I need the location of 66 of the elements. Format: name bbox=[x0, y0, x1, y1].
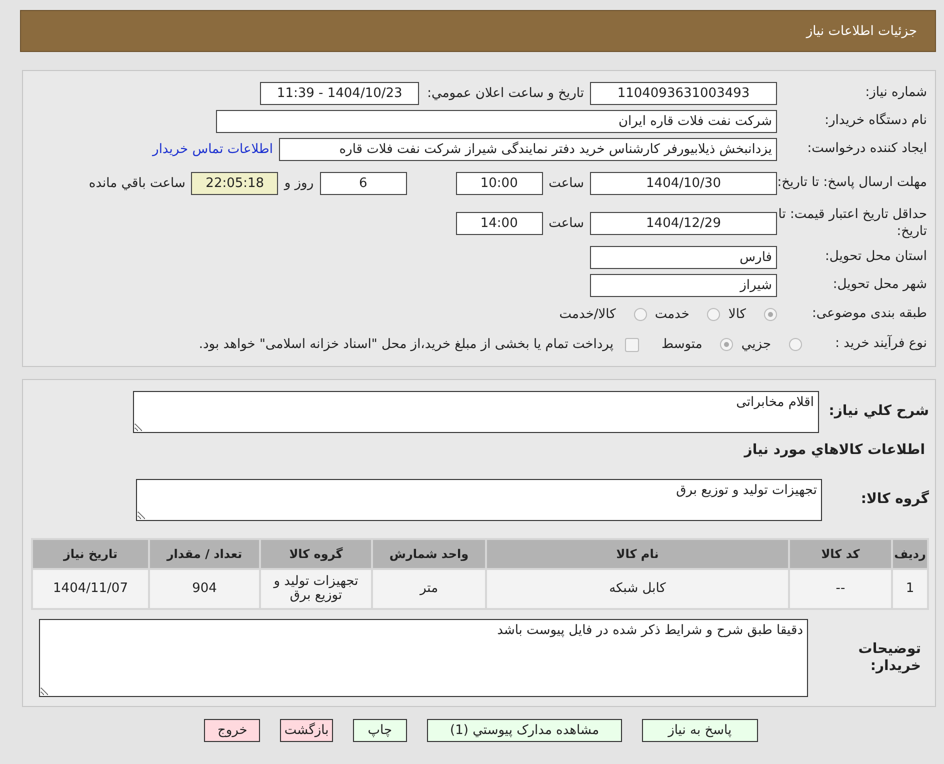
radio-button[interactable] bbox=[764, 308, 777, 321]
field-label: نوع فرآيند خريد : bbox=[834, 336, 927, 353]
radio-button[interactable] bbox=[707, 308, 720, 321]
field-label: شماره نياز: bbox=[864, 85, 927, 102]
goods-group-field[interactable]: تجهيزات توليد و توزيع برق bbox=[136, 479, 822, 521]
radio-button[interactable] bbox=[720, 338, 734, 351]
buyer-notes-field[interactable]: دقيقا طبق شرح و شرايط ذكر شده در فايل پيوست باشد bbox=[39, 619, 808, 697]
field-label: حداقل تاريخ اعتبار قيمت: تا تاريخ: bbox=[777, 207, 927, 240]
table-cell: 904 bbox=[150, 570, 259, 608]
radio-label: كالا bbox=[728, 307, 746, 322]
province-field[interactable]: فارس bbox=[590, 246, 777, 269]
time-field[interactable]: 10:00 bbox=[456, 172, 543, 195]
table-cell: -- bbox=[790, 570, 891, 608]
radio-label: كالا/خدمت bbox=[559, 307, 616, 322]
days-field[interactable]: 6 bbox=[320, 172, 407, 195]
remaining-time-field: 22:05:18 bbox=[191, 172, 278, 195]
field-label: شهر محل تحويل: bbox=[832, 277, 927, 294]
field-label: نام دستگاه خريدار: bbox=[824, 113, 927, 130]
section-heading: اطلاعات كالاهاي مورد نياز bbox=[742, 442, 926, 458]
column-header: گروه كالا bbox=[261, 540, 371, 568]
date-field[interactable]: 1404/10/30 bbox=[590, 172, 777, 195]
contact-link[interactable]: اطلاعات تماس خريدار bbox=[152, 142, 273, 157]
field-label: طبقه بندی موضوعی: bbox=[810, 306, 927, 323]
description-field[interactable]: اقلام مخابراتی bbox=[133, 391, 819, 433]
cancel-button[interactable]: بازگشت bbox=[280, 719, 333, 742]
table-cell: تجهيزات توليد و توزيع برق bbox=[261, 570, 371, 608]
announce-date-field[interactable]: 1404/10/23 - 11:39 bbox=[260, 82, 420, 105]
field-label: ساعت bbox=[548, 176, 584, 191]
table-cell: 1 bbox=[893, 570, 927, 608]
column-header: واحد شمارش bbox=[373, 540, 485, 568]
city-field[interactable]: شيراز bbox=[590, 274, 777, 297]
radio-label: جزيي bbox=[741, 337, 771, 352]
radio-label: خدمت bbox=[654, 307, 690, 322]
field-label: مهلت ارسال پاسخ: تا تاريخ: bbox=[777, 175, 927, 192]
requester-field[interactable]: يزدانبخش ذيلابيورفر كارشناس خريد دفتر نمايندگی شيراز شركت نفت فلات قاره bbox=[279, 138, 777, 161]
field-label: ايجاد كننده درخواست: bbox=[806, 141, 927, 158]
field-label: ساعت باقي مانده bbox=[88, 176, 186, 191]
checkbox[interactable] bbox=[625, 338, 640, 352]
column-header: نام كالا bbox=[487, 540, 788, 568]
buyer-field[interactable]: شركت نفت فلات قاره ايران bbox=[216, 110, 777, 133]
field-label: شرح كلي نياز: bbox=[828, 403, 929, 421]
date-field[interactable]: 1404/12/29 bbox=[590, 212, 777, 235]
column-header: رديف bbox=[893, 540, 927, 568]
table-cell: كابل شبكه bbox=[487, 570, 788, 608]
column-header: تاريخ نياز bbox=[33, 540, 148, 568]
column-header: كد كالا bbox=[790, 540, 891, 568]
action-button[interactable]: مشاهده مدارک پيوستي (1) bbox=[427, 719, 622, 742]
field-label: توضيحات خريدار: bbox=[857, 640, 922, 676]
field-label: گروه كالا: bbox=[860, 491, 929, 509]
action-button[interactable]: چاپ bbox=[352, 719, 407, 742]
table-cell: 1404/11/07 bbox=[33, 570, 148, 608]
radio-button[interactable] bbox=[634, 308, 647, 321]
action-button[interactable]: پاسخ به نياز bbox=[642, 719, 758, 742]
cancel-button[interactable]: خروج bbox=[204, 719, 260, 742]
field-label: ساعت bbox=[548, 216, 584, 231]
radio-button[interactable] bbox=[789, 338, 802, 351]
need-number-field[interactable]: 1104093631003493 bbox=[590, 82, 777, 105]
field-label: استان محل تحويل: bbox=[824, 249, 927, 266]
page-title: جزئيات اطلاعات نياز bbox=[806, 24, 917, 38]
field-label: تاريخ و ساعت اعلان عمومي: bbox=[427, 86, 584, 101]
table-cell: متر bbox=[373, 570, 485, 608]
time-field[interactable]: 14:00 bbox=[456, 212, 543, 235]
radio-label: متوسط bbox=[661, 337, 702, 352]
column-header: تعداد / مقدار bbox=[150, 540, 259, 568]
checkbox-label: پرداخت تمام يا بخشی از مبلغ خريد،از محل "اسناد خزانه اسلامی" خواهد بود. bbox=[198, 337, 614, 352]
field-label: روز و bbox=[284, 176, 314, 191]
